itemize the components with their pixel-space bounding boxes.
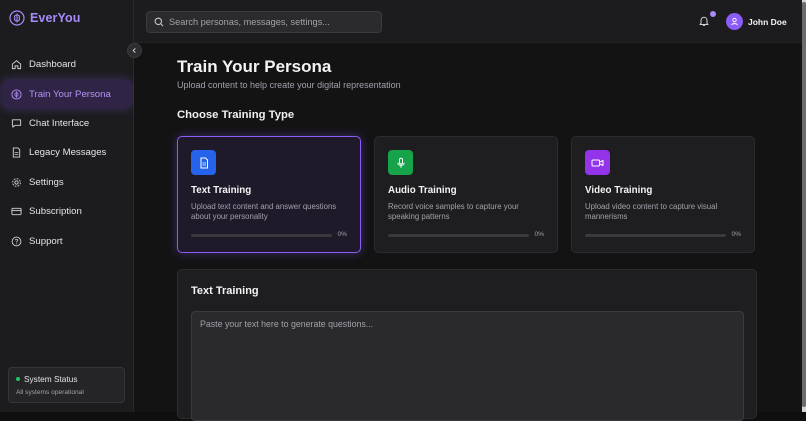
sidebar-item-dashboard[interactable]: Dashboard	[2, 50, 132, 78]
text-training-card[interactable]: Text Training Upload text content and an…	[177, 136, 361, 253]
sidebar-item-settings[interactable]: Settings	[2, 168, 132, 196]
brand[interactable]: EverYou	[9, 10, 81, 26]
sidebar-item-label: Train Your Persona	[29, 88, 111, 100]
sidebar-item-train-your-persona[interactable]: Train Your Persona	[2, 80, 132, 108]
document-icon	[200, 157, 208, 168]
document-icon	[12, 146, 21, 158]
card-description: Upload video content to capture visual m…	[585, 202, 718, 221]
card-description: Upload text content and answer questions…	[191, 202, 337, 221]
brain-logo-icon	[9, 10, 25, 26]
sidebar-item-label: Chat Interface	[29, 117, 90, 129]
sidebar-item-label: Dashboard	[29, 58, 76, 70]
sidebar-item-legacy-messages[interactable]: Legacy Messages	[2, 138, 132, 166]
notification-badge	[710, 11, 716, 17]
chat-icon	[11, 118, 22, 128]
bell-icon[interactable]	[698, 15, 710, 27]
card-description: Record voice samples to capture your spe…	[388, 202, 519, 221]
card-title: Audio Training	[388, 185, 457, 196]
section-title: Choose Training Type	[177, 109, 295, 121]
scrollbar-thumb[interactable]	[802, 2, 806, 407]
brand-name: EverYou	[30, 11, 81, 25]
sidebar-collapse-button[interactable]	[127, 43, 142, 58]
top-bar: John Doe	[134, 0, 802, 43]
sidebar-item-label: Support	[29, 235, 63, 247]
progress-bar	[585, 234, 726, 237]
help-circle-icon	[11, 236, 22, 246]
video-training-card[interactable]: Video Training Upload video content to c…	[571, 136, 755, 253]
microphone-icon	[396, 157, 405, 168]
system-status-card: System Status All systems operational	[8, 367, 125, 403]
card-icon-badge	[191, 150, 216, 175]
progress-label: 0%	[534, 231, 544, 238]
avatar	[726, 13, 743, 30]
sidebar-item-support[interactable]: Support	[2, 227, 132, 255]
sidebar-item-label: Subscription	[29, 205, 82, 217]
card-icon-badge	[585, 150, 610, 175]
page-title: Train Your Persona	[177, 57, 332, 76]
gear-icon	[12, 177, 21, 187]
system-status-subtitle: All systems operational	[16, 389, 84, 396]
user-icon	[731, 17, 738, 26]
card-title: Text Training	[191, 185, 252, 196]
app-window: EverYou Dashboard Train Your Persona Cha…	[0, 0, 802, 421]
page-subtitle: Upload content to help create your digit…	[177, 80, 401, 90]
progress-label: 0%	[731, 231, 741, 238]
progress-bar	[191, 234, 332, 237]
status-dot-icon	[16, 377, 20, 381]
system-status-title-row: System Status	[16, 374, 124, 384]
sidebar-item-label: Legacy Messages	[29, 146, 107, 158]
card-icon-badge	[388, 150, 413, 175]
audio-training-card[interactable]: Audio Training Record voice samples to c…	[374, 136, 558, 253]
main-content: Train Your Persona Upload content to hel…	[134, 43, 802, 421]
brain-icon	[11, 88, 22, 100]
window-scrollbar[interactable]	[802, 0, 806, 412]
search-input[interactable]	[169, 17, 369, 27]
progress-bar	[388, 234, 529, 237]
home-icon	[11, 59, 22, 69]
card-title: Video Training	[585, 185, 653, 196]
search-icon	[154, 17, 164, 27]
chevron-left-icon	[132, 47, 136, 54]
search-box[interactable]	[146, 11, 382, 33]
training-text-input[interactable]	[191, 311, 744, 421]
video-icon	[591, 159, 604, 166]
credit-card-icon	[11, 207, 22, 215]
progress-label: 0%	[337, 231, 347, 238]
sidebar-item-chat-interface[interactable]: Chat Interface	[2, 109, 132, 137]
user-menu[interactable]: John Doe	[726, 13, 787, 30]
sidebar-item-subscription[interactable]: Subscription	[2, 197, 132, 225]
text-training-panel: Text Training	[177, 269, 757, 421]
sidebar-item-label: Settings	[29, 176, 64, 188]
sidebar: EverYou Dashboard Train Your Persona Cha…	[0, 0, 134, 412]
user-name: John Doe	[748, 16, 787, 27]
system-status-title: System Status	[24, 374, 78, 384]
panel-title: Text Training	[191, 285, 259, 297]
